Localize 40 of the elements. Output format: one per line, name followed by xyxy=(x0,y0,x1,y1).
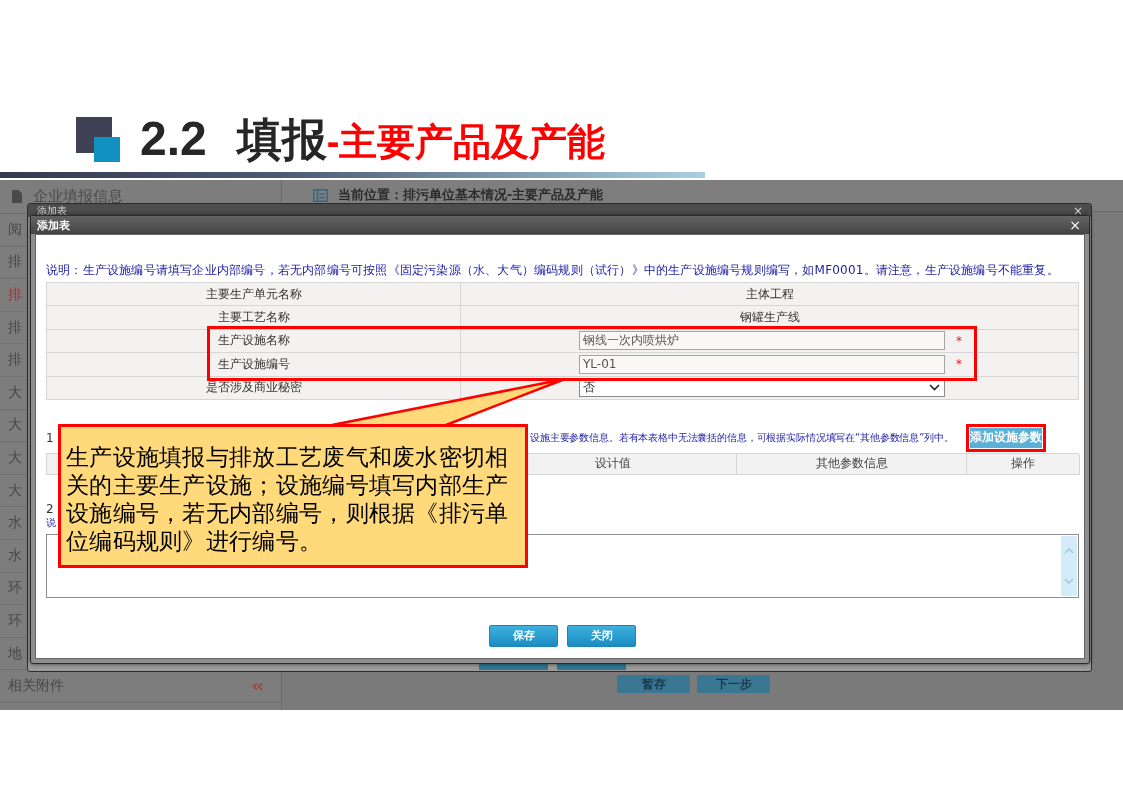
document-icon xyxy=(12,190,22,203)
field-label: 生产设施名称 xyxy=(217,332,290,350)
section-number: 1 xyxy=(46,430,54,445)
page-button[interactable]: 暂存 xyxy=(617,675,690,693)
field-label: 是否涉及商业秘密 xyxy=(205,379,302,397)
required-mark: * xyxy=(956,357,962,372)
field-value: 钢罐生产线 xyxy=(739,309,800,327)
double-chevron-icon xyxy=(252,682,263,690)
hint-text: 说 xyxy=(46,515,56,530)
field-label: 生产设施编号 xyxy=(217,355,290,373)
column-header: 设计值 xyxy=(594,455,631,473)
close-button[interactable]: × xyxy=(1072,204,1083,217)
required-mark: * xyxy=(956,333,962,348)
page-button[interactable]: 下一步 xyxy=(697,675,770,693)
text-input[interactable]: 钢线一次内喷烘炉 xyxy=(579,331,945,351)
chevron-up-icon xyxy=(1064,547,1074,554)
dialog-button[interactable]: 保存 xyxy=(489,624,558,647)
column-header: 其他参数信息 xyxy=(815,455,888,473)
chevron-down-icon xyxy=(1064,577,1074,584)
slide-subtitle: -主要产品及产能 xyxy=(326,120,606,165)
field-label: 主要工艺名称 xyxy=(217,309,290,327)
section-number: 2.2 xyxy=(140,110,207,166)
dialog-title: 添加表 xyxy=(37,217,70,233)
field-label: 主要生产单元名称 xyxy=(205,285,302,303)
panel-icon xyxy=(313,189,328,202)
dialog-title: 添加表 xyxy=(37,204,67,217)
text-input[interactable]: YL-01 xyxy=(579,354,945,374)
close-button[interactable]: × xyxy=(1069,218,1081,232)
sidebar-item[interactable]: 排 xyxy=(8,286,22,304)
dialog-button[interactable]: 关闭 xyxy=(567,624,636,647)
column-header: 操作 xyxy=(1011,455,1035,473)
slide-title: 填报 xyxy=(236,112,327,167)
instruction-text: 说明：生产设施编号请填写企业内部编号，若无内部编号可按照《固定污染源（水、大气）编码规则（试行）》中的生产设施编号规则编写，如MF0001。请注意，生产设施编号不能重复。 xyxy=(46,263,1060,277)
field-value: 主体工程 xyxy=(745,285,794,303)
section-number: 2 xyxy=(46,501,54,516)
hint-text: 设施主要参数信息。若有本表格中无法囊括的信息，可根据实际情况填写在“其他参数信息”列中。 xyxy=(530,430,954,445)
add-parameter-button[interactable]: 添加设施参数 xyxy=(970,427,1042,448)
title-squares-icon xyxy=(76,117,120,162)
chevron-down-icon xyxy=(929,384,940,392)
breadcrumb: 当前位置：排污单位基本情况-主要产品及产能 xyxy=(338,187,604,204)
